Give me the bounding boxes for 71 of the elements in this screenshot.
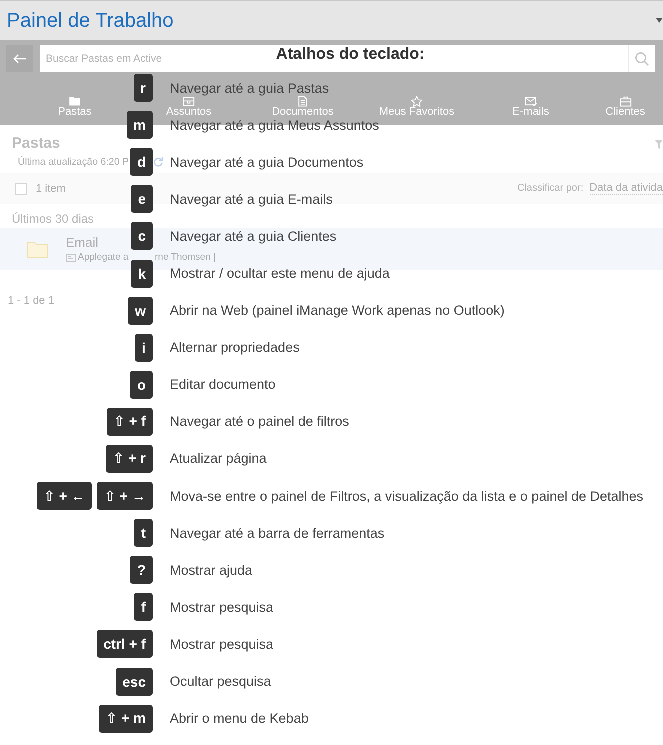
shortcut-description: Abrir na Web (painel iManage Work apenas no Outlook)	[170, 304, 505, 318]
briefcase-icon	[620, 96, 632, 106]
sort-label: Classificar por:	[517, 183, 584, 194]
key-cap: t	[134, 519, 153, 548]
checkbox[interactable]	[15, 182, 27, 194]
item-count: 1 item	[36, 182, 66, 194]
item-detail: rne Thomsen |	[155, 252, 216, 263]
shortcut-description: Navegar até a guia Documentos	[170, 156, 364, 169]
shortcuts-title: Atalhos do teclado:	[276, 46, 425, 64]
item-name: Email	[66, 235, 99, 250]
key-cap: ctrl + f	[96, 630, 153, 658]
nav-tab[interactable]: E-mails	[512, 96, 550, 118]
key-cap: ⇧ + ←	[36, 482, 92, 510]
shortcut-description: Abrir o menu de Kebab	[170, 712, 309, 726]
shortcut-description: Atualizar página	[170, 452, 267, 466]
arrow-left-icon	[12, 54, 26, 64]
key-cap: r	[134, 74, 153, 102]
card-icon	[66, 254, 76, 262]
key-cap: d	[130, 148, 153, 176]
key-cap: e	[131, 185, 153, 214]
nav-tab[interactable]: Assuntos	[166, 96, 212, 118]
key-cap: ⇧ + →	[97, 482, 153, 510]
star-icon	[410, 96, 423, 106]
tray-icon	[183, 96, 195, 106]
nav-tab[interactable]: Clientes	[606, 96, 646, 118]
key-cap: esc	[116, 668, 153, 696]
shortcut-description: Mostrar / ocultar este menu de ajuda	[170, 267, 390, 280]
folder-icon	[27, 240, 48, 258]
shortcut-description: Mostrar pesquisa	[170, 600, 274, 614]
group-heading: Últimos 30 dias	[12, 212, 94, 226]
key-cap: ⇧ + r	[106, 444, 153, 473]
caret-icon[interactable]	[656, 18, 663, 23]
key-cap: ⇧ + m	[98, 704, 153, 733]
shortcut-description: Mostrar pesquisa	[170, 638, 274, 651]
key-cap: o	[130, 370, 153, 399]
key-cap: m	[126, 111, 153, 140]
document-icon	[296, 96, 309, 106]
shortcut-description: Navegar até a guia Meus Assuntos	[170, 118, 380, 132]
nav-tab[interactable]: Documentos	[272, 96, 334, 118]
pagination-text: 1 - 1 de 1	[8, 295, 54, 307]
shortcut-description: Navegar até a barra de ferramentas	[170, 526, 385, 540]
shortcut-description: Navegar até a guia Pastas	[170, 82, 330, 95]
shortcut-description: Mostrar ajuda	[170, 564, 253, 577]
funnel-icon[interactable]	[655, 140, 663, 148]
shortcut-description: Mova-se entre o painel de Filtros, a visualização da lista e o painel de Detalhes	[170, 490, 644, 503]
shortcut-description: Navegar até a guia E-mails	[170, 192, 333, 206]
shortcut-description: Navegar até o painel de filtros	[170, 415, 350, 428]
sort-dropdown[interactable]: Data da ativida	[590, 182, 663, 195]
key-cap: k	[131, 260, 153, 288]
key-cap: w	[128, 296, 153, 325]
updated-text: Última atualização 6:20 P	[18, 156, 130, 168]
shortcut-description: Navegar até a guia Clientes	[170, 230, 337, 243]
refresh-icon[interactable]	[154, 157, 163, 167]
app-title: Painel de Trabalho	[7, 8, 174, 32]
section-title: Pastas	[12, 135, 60, 153]
search-button[interactable]	[628, 45, 655, 72]
key-cap: ⇧ + f	[106, 408, 153, 436]
nav-tab[interactable]: Pastas	[58, 96, 92, 118]
key-cap: i	[135, 334, 153, 362]
key-cap: f	[134, 593, 153, 622]
nav-tab[interactable]: Meus Favoritos	[379, 96, 455, 118]
shortcut-description: Editar documento	[170, 378, 276, 392]
back-button[interactable]	[6, 45, 33, 72]
search-icon	[635, 52, 649, 66]
item-detail: Applegate a	[78, 252, 129, 263]
shortcut-description: Alternar propriedades	[170, 341, 300, 354]
key-cap: ?	[130, 556, 153, 584]
folder-icon	[68, 96, 81, 106]
key-cap: c	[131, 222, 153, 250]
envelope-check-icon	[524, 96, 537, 106]
shortcut-description: Ocultar pesquisa	[170, 675, 272, 688]
